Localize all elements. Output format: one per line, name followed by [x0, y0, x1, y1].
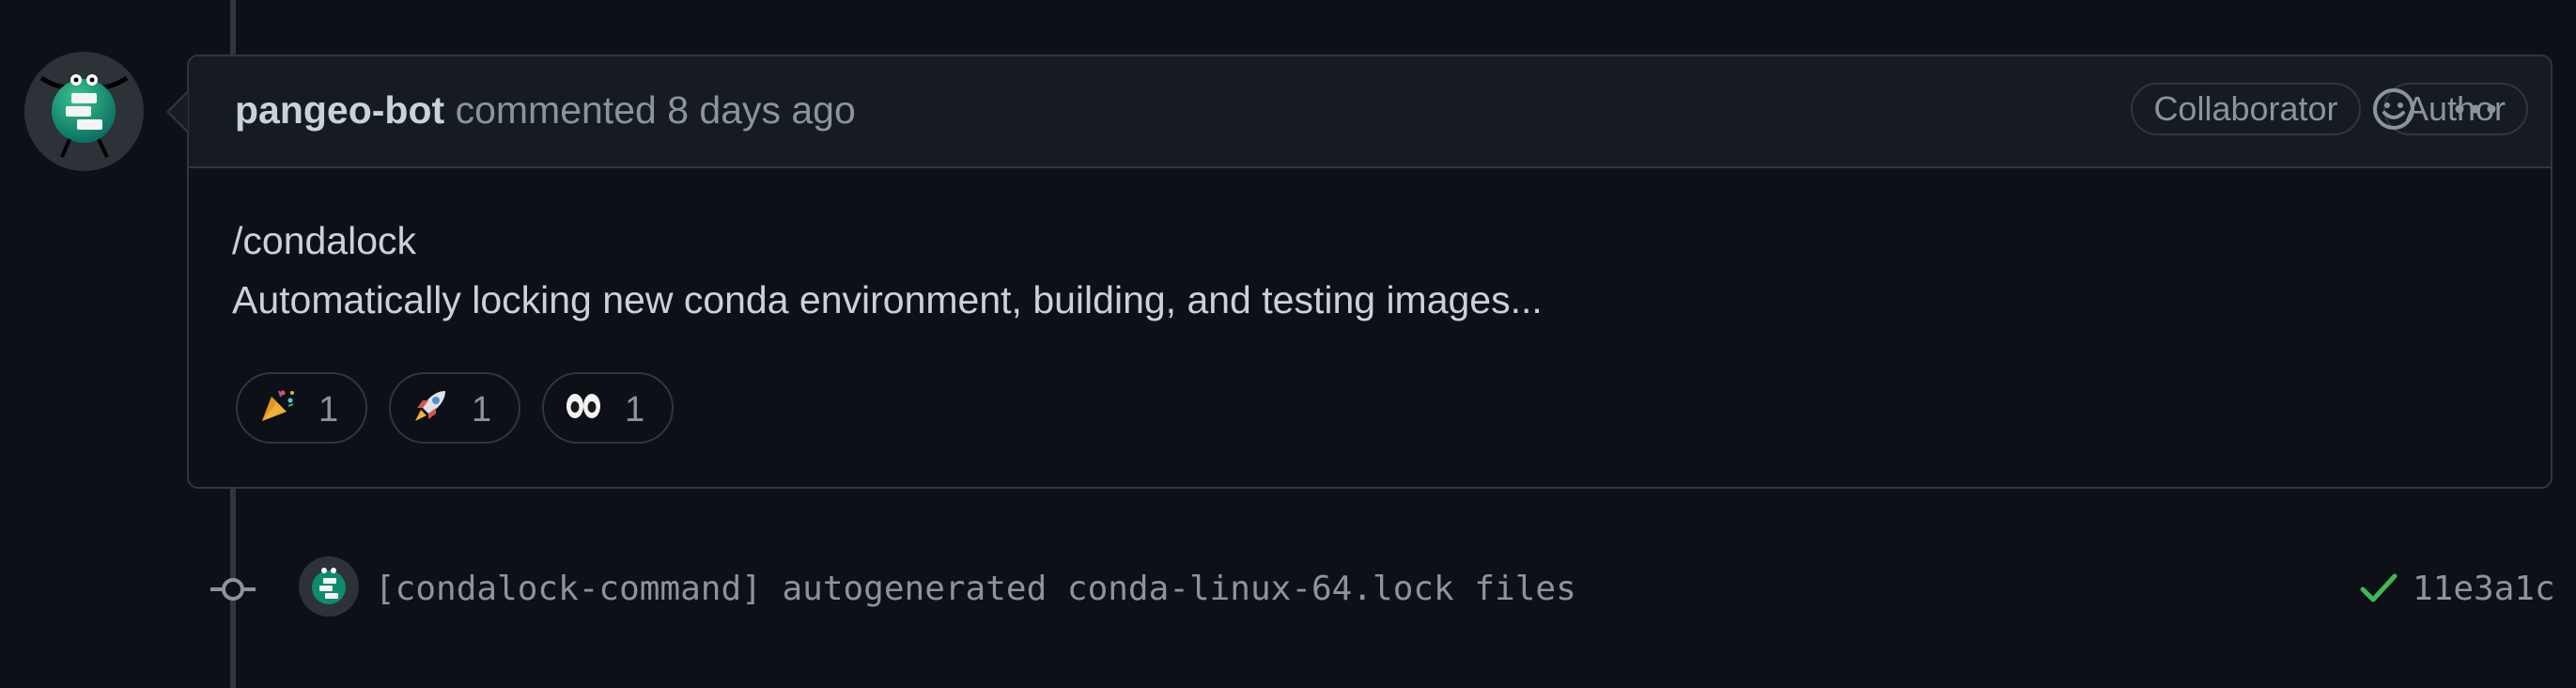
collaborator-badge: Collaborator	[2131, 83, 2361, 135]
reaction-count: 1	[625, 390, 645, 430]
party-popper-icon	[262, 390, 294, 421]
comment-header-text: pangeo-bot commented 8 days ago	[235, 88, 856, 133]
avatar[interactable]	[24, 52, 144, 171]
comment-body-line: Automatically locking new conda environm…	[232, 278, 1543, 321]
commit-message-link[interactable]: [condalock-command] autogenerated conda-…	[375, 570, 1576, 608]
check-success-icon[interactable]	[2359, 571, 2398, 605]
reaction-eyes[interactable]: 1	[542, 372, 674, 444]
pangeo-bot-avatar-icon	[312, 568, 346, 604]
git-commit-icon	[210, 578, 256, 601]
rocket-icon	[415, 391, 445, 421]
comment-timestamp[interactable]: commented 8 days ago	[456, 88, 856, 132]
comment-arrow-fill	[169, 93, 188, 131]
reaction-rocket[interactable]: 1	[389, 372, 520, 444]
reaction-count: 1	[472, 390, 492, 430]
more-options-kebab-icon[interactable]	[2452, 86, 2499, 132]
eyes-icon	[566, 394, 600, 418]
reaction-count: 1	[318, 390, 339, 430]
comment-body-line: /condalock	[232, 219, 417, 262]
commit-author-avatar[interactable]	[299, 556, 359, 617]
reaction-party-popper[interactable]: 1	[236, 372, 367, 444]
comment-box: pangeo-bot commented 8 days ago Collabor…	[187, 55, 2553, 489]
comment-header: pangeo-bot commented 8 days ago Collabor…	[189, 56, 2551, 168]
add-reaction-smiley-icon[interactable]	[2371, 86, 2416, 132]
commit-sha-link[interactable]: 11e3a1c	[2413, 570, 2555, 608]
author-link[interactable]: pangeo-bot	[235, 88, 444, 132]
pangeo-bot-avatar-icon	[39, 74, 129, 158]
